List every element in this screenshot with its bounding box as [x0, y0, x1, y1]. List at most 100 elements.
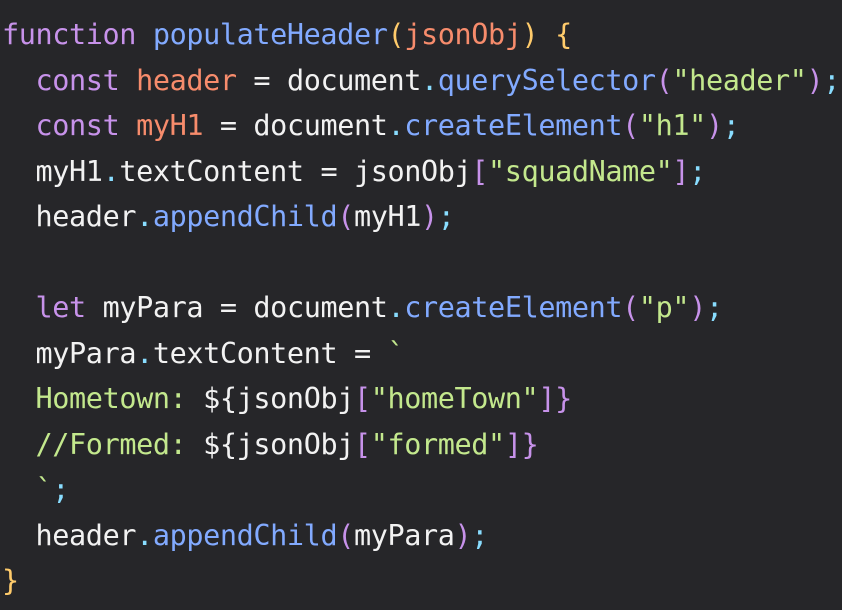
code-line[interactable]: let myPara = document.createElement("p")…: [2, 285, 842, 331]
code-token: ${: [203, 427, 237, 461]
code-token: myH1: [35, 154, 103, 188]
code-line[interactable]: [2, 240, 842, 286]
code-token: Hometown:: [35, 382, 204, 415]
code-token: const: [35, 109, 120, 142]
code-token: myPara: [353, 518, 455, 552]
code-token: "p": [638, 291, 690, 324]
code-token: "h1": [638, 109, 706, 142]
code-token: =: [203, 291, 254, 324]
code-token: .: [387, 109, 405, 142]
code-token: jsonObj: [236, 427, 355, 461]
code-token: querySelector: [437, 63, 656, 97]
code-token: header: [35, 518, 137, 552]
code-line[interactable]: function populateHeader(jsonObj) {: [2, 12, 842, 58]
code-token: ]: [538, 382, 556, 415]
code-token: =: [303, 154, 354, 188]
code-token: myPara: [35, 336, 137, 370]
code-token: ]: [504, 427, 522, 461]
code-token: ): [705, 109, 723, 142]
code-token: header: [35, 200, 137, 233]
code-token: =: [236, 63, 287, 97]
code-token: ;: [689, 154, 706, 188]
code-token: document: [253, 291, 388, 324]
code-token: "homeTown": [370, 382, 539, 415]
code-token: header: [136, 63, 237, 97]
code-token: myH1: [136, 109, 204, 142]
code-token: ): [521, 18, 539, 51]
code-token: .: [136, 336, 153, 370]
code-token: }: [555, 382, 572, 415]
code-token: populateHeader: [152, 18, 388, 51]
code-line[interactable]: myPara.textContent = `: [2, 331, 842, 377]
code-token: .: [421, 63, 438, 97]
code-line[interactable]: //Formed: ${jsonObj["formed"]}: [2, 422, 842, 468]
code-token: jsonObj: [353, 154, 472, 188]
code-token: function: [2, 18, 137, 51]
code-token: ;: [471, 518, 489, 552]
code-token: createElement: [404, 109, 623, 142]
code-token: ;: [722, 109, 740, 142]
code-token: ;: [52, 473, 70, 506]
code-token: (: [622, 291, 639, 324]
code-token: let: [35, 291, 87, 324]
code-token: (: [337, 200, 354, 233]
code-token: ;: [823, 63, 841, 97]
code-token: jsonObj: [404, 18, 522, 51]
code-line[interactable]: const header = document.querySelector("h…: [2, 58, 842, 104]
code-token: myPara: [102, 291, 204, 324]
code-token: createElement: [404, 291, 623, 324]
code-token: ): [454, 518, 472, 552]
code-token: `: [387, 336, 405, 370]
code-line[interactable]: const myH1 = document.createElement("h1"…: [2, 103, 842, 149]
code-token: {: [555, 18, 572, 51]
code-token: .: [102, 154, 120, 188]
code-token: const: [35, 63, 120, 97]
code-line[interactable]: myH1.textContent = jsonObj["squadName"];: [2, 149, 842, 195]
code-token: [: [353, 382, 371, 415]
code-token: jsonObj: [236, 382, 355, 415]
code-line[interactable]: header.appendChild(myPara);: [2, 513, 842, 559]
code-line[interactable]: `;: [2, 467, 842, 513]
code-token: ): [421, 200, 438, 233]
code-token: }: [521, 427, 539, 461]
code-token: document: [253, 109, 388, 142]
code-line[interactable]: }: [2, 558, 842, 604]
code-line[interactable]: header.appendChild(myH1);: [2, 194, 842, 240]
code-token: appendChild: [152, 518, 338, 552]
code-token: (: [337, 518, 354, 552]
code-token: ${: [203, 382, 237, 415]
code-line[interactable]: Hometown: ${jsonObj["homeTown"]}: [2, 376, 842, 422]
code-token: ): [806, 63, 824, 97]
code-token: (: [387, 18, 405, 51]
code-token: "formed": [370, 427, 505, 461]
code-token: }: [2, 564, 19, 597]
code-token: .: [136, 200, 153, 233]
code-token: =: [203, 109, 254, 142]
code-token: "squadName": [488, 154, 673, 188]
code-token: =: [337, 336, 388, 370]
code-token: ): [689, 291, 706, 324]
code-token: (: [655, 63, 673, 97]
code-token: .: [387, 291, 405, 324]
code-token: textContent: [119, 154, 304, 188]
code-token: myH1: [353, 200, 422, 233]
code-editor[interactable]: function populateHeader(jsonObj) { const…: [0, 0, 842, 610]
code-token: `: [35, 473, 53, 506]
code-token: ;: [437, 200, 455, 233]
code-token: ]: [672, 154, 690, 188]
code-token: "header": [672, 63, 807, 97]
code-token: document: [286, 63, 422, 97]
code-token: appendChild: [152, 200, 338, 233]
